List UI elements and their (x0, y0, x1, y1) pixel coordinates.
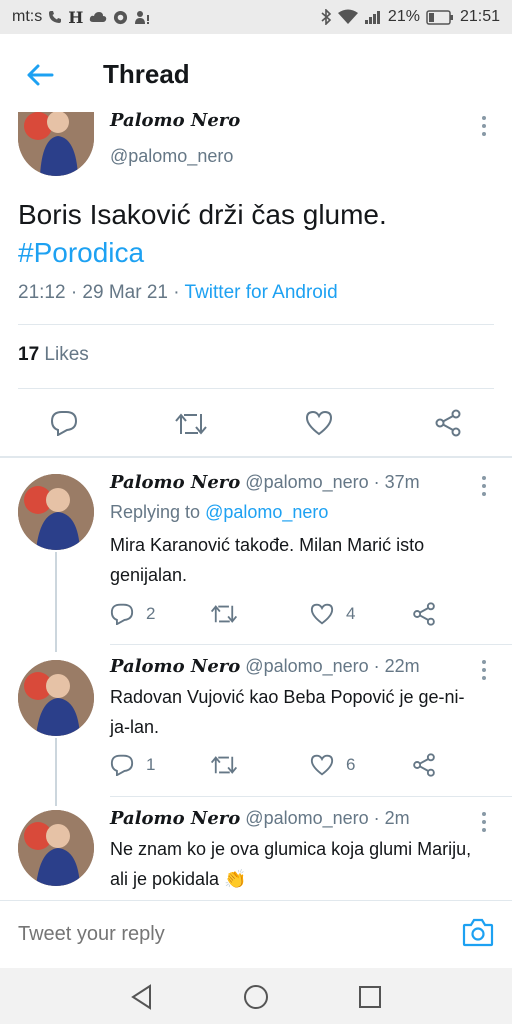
like-count: 6 (346, 755, 356, 774)
source-link[interactable]: Twitter for Android (185, 282, 338, 303)
person-warning-icon (135, 10, 150, 24)
cloud-icon (90, 12, 107, 22)
heart-icon[interactable] (305, 410, 333, 436)
avatar[interactable] (18, 112, 94, 176)
nav-back-icon[interactable] (130, 984, 154, 1010)
reply-icon[interactable] (50, 410, 78, 436)
likes-count-row[interactable]: 17 Likes (18, 344, 89, 366)
tweet-body: Boris Isaković drži čas glume. #Porodica (18, 196, 488, 272)
timestamp: 21:12 · 29 Mar 21 · (18, 282, 185, 303)
carrier-label: mt:s (12, 8, 43, 25)
back-button[interactable] (20, 58, 60, 92)
divider (18, 388, 494, 389)
status-bar: mt:s H 21% 21:51 (0, 0, 512, 34)
arrow-left-icon (27, 64, 54, 86)
heart-icon[interactable] (310, 603, 334, 625)
likes-count: 17 (18, 344, 40, 365)
more-options-button[interactable] (474, 658, 494, 682)
author-handle[interactable]: @palomo_nero (110, 146, 233, 167)
chrome-icon (114, 10, 128, 24)
divider (110, 796, 512, 797)
tweet-text: Boris Isaković drži čas glume. (18, 199, 387, 230)
like-count: 4 (346, 604, 356, 623)
replying-to-link[interactable]: @palomo_nero (205, 502, 328, 522)
retweet-icon[interactable] (210, 755, 238, 775)
section-divider (0, 456, 512, 458)
call-icon (49, 11, 62, 23)
author-name[interactable]: Palomo Nero (110, 110, 240, 131)
share-icon[interactable] (434, 409, 462, 437)
author-meta: @palomo_nero · 37m (245, 472, 420, 492)
app-bar: Thread (0, 34, 512, 114)
battery-percent: 21% (387, 8, 420, 25)
heart-icon[interactable] (310, 754, 334, 776)
reply-bar (0, 900, 512, 967)
more-options-button[interactable] (474, 474, 494, 498)
replying-to-label: Replying to (110, 502, 206, 522)
battery-icon (426, 9, 453, 25)
more-options-button[interactable] (474, 810, 494, 834)
nav-home-icon[interactable] (243, 984, 269, 1010)
reply-tweet[interactable]: Palomo Nero @palomo_nero · 2m Ne znam ko… (0, 798, 512, 898)
tweet-text: Ne znam ko je ova glumica koja glumi Mar… (110, 839, 472, 889)
signal-icon (364, 10, 380, 24)
hashtag-link[interactable]: #Porodica (18, 234, 488, 272)
reply-input[interactable] (16, 915, 440, 953)
author-name[interactable]: Palomo Nero (110, 656, 240, 677)
retweet-icon[interactable] (210, 604, 238, 624)
reply-tweet[interactable]: Palomo Nero @palomo_nero · 37m Replying … (0, 460, 512, 640)
more-options-button[interactable] (474, 114, 494, 138)
reply-count: 1 (146, 755, 156, 774)
likes-label: Likes (44, 344, 89, 365)
reply-icon[interactable] (110, 603, 134, 625)
divider (18, 324, 494, 325)
nav-recents-icon[interactable] (358, 985, 382, 1009)
share-icon[interactable] (412, 602, 436, 626)
tweet-text: Radovan Vujović kao Beba Popović je ge-n… (110, 687, 465, 737)
divider (110, 644, 512, 645)
tweet-text: Mira Karanović takođe. Milan Marić isto … (110, 535, 425, 585)
retweet-icon[interactable] (174, 412, 208, 436)
author-meta: @palomo_nero · 22m (245, 656, 420, 676)
main-tweet: Palomo Nero @palomo_nero Boris Isaković … (0, 110, 512, 454)
clock: 21:51 (459, 8, 500, 25)
bluetooth-icon (321, 9, 332, 25)
page-title: Thread (103, 59, 190, 89)
avatar[interactable] (18, 474, 94, 550)
share-icon[interactable] (412, 753, 436, 777)
reply-count: 2 (146, 604, 156, 623)
camera-icon[interactable] (462, 917, 494, 947)
author-name[interactable]: Palomo Nero (110, 808, 240, 829)
reply-icon[interactable] (110, 754, 134, 776)
reply-tweet[interactable]: Palomo Nero @palomo_nero · 22m Radovan V… (0, 646, 512, 796)
author-name[interactable]: Palomo Nero (110, 472, 240, 493)
h-network-icon: H (68, 7, 84, 27)
avatar[interactable] (18, 810, 94, 886)
system-nav-bar (0, 968, 512, 1024)
author-meta: @palomo_nero · 2m (245, 808, 410, 828)
avatar[interactable] (18, 660, 94, 736)
wifi-icon (337, 9, 358, 24)
tweet-meta: 21:12 · 29 Mar 21 · Twitter for Android (18, 282, 338, 304)
